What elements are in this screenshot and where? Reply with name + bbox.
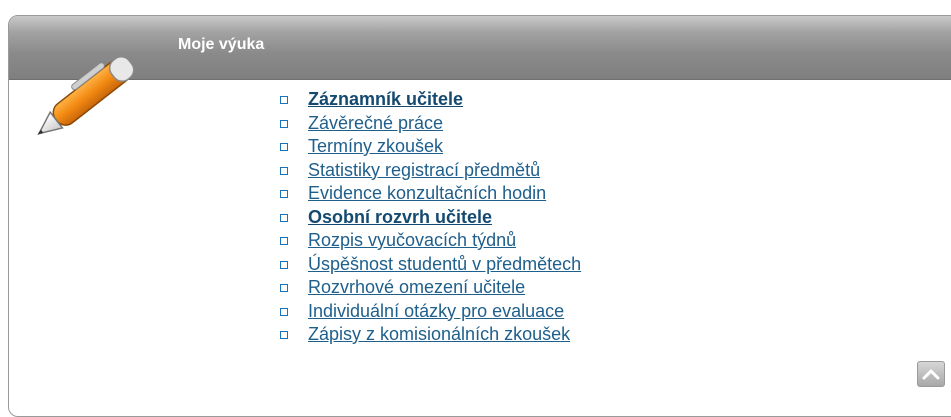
menu-item: Záznamník učitele — [276, 88, 581, 112]
menu-list: Záznamník učitele Závěrečné práce Termín… — [276, 88, 581, 347]
menu-item: Úspěšnost studentů v předmětech — [276, 253, 581, 277]
menu-item: Osobní rozvrh učitele — [276, 206, 581, 230]
link-zaverecne-prace[interactable]: Závěrečné práce — [308, 113, 443, 133]
bullet-square-icon — [280, 96, 288, 104]
link-individualni-otazky[interactable]: Individuální otázky pro evaluace — [308, 301, 564, 321]
link-statistiky-registraci[interactable]: Statistiky registrací předmětů — [308, 160, 540, 180]
menu-item: Individuální otázky pro evaluace — [276, 300, 581, 324]
menu-item: Statistiky registrací předmětů — [276, 159, 581, 183]
link-zapisy-komisionalnich[interactable]: Zápisy z komisionálních zkoušek — [308, 324, 570, 344]
link-evidence-konzultaci[interactable]: Evidence konzultačních hodin — [308, 183, 546, 203]
link-zaznamnik-ucitele[interactable]: Záznamník učitele — [308, 89, 463, 109]
bullet-square-icon — [280, 213, 288, 222]
bullet-square-icon — [280, 119, 288, 128]
pen-icon — [37, 56, 135, 135]
link-terminy-zkousek[interactable]: Termíny zkoušek — [308, 136, 443, 156]
bullet-square-icon — [280, 143, 288, 151]
link-osobni-rozvrh[interactable]: Osobní rozvrh učitele — [308, 207, 492, 227]
bullet-square-icon — [280, 166, 288, 175]
bullet-square-icon — [280, 237, 288, 245]
menu-item: Termíny zkoušek — [276, 135, 581, 159]
bullet-square-icon — [280, 260, 288, 269]
menu-item: Rozpis vyučovacích týdnů — [276, 229, 581, 253]
bullet-square-icon — [280, 331, 288, 339]
menu-item: Rozvrhové omezení učitele — [276, 276, 581, 300]
bullet-square-icon — [280, 190, 288, 198]
bullet-square-icon — [280, 307, 288, 316]
panel-title: Moje výuka — [178, 36, 265, 53]
bullet-square-icon — [280, 284, 288, 292]
link-uspesnost-studentu[interactable]: Úspěšnost studentů v předmětech — [308, 254, 581, 274]
scroll-to-top-button[interactable] — [917, 361, 945, 387]
menu-item: Zápisy z komisionálních zkoušek — [276, 323, 581, 347]
menu-item: Evidence konzultačních hodin — [276, 182, 581, 206]
link-rozpis-tydnu[interactable]: Rozpis vyučovacích týdnů — [308, 230, 516, 250]
chevron-up-icon — [922, 369, 940, 380]
menu-item: Závěrečné práce — [276, 112, 581, 136]
link-rozvrhove-omezeni[interactable]: Rozvrhové omezení učitele — [308, 277, 525, 297]
